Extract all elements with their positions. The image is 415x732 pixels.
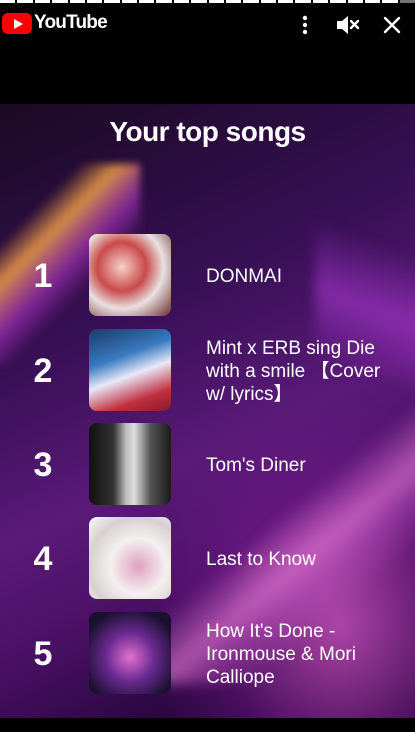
- progress-segment: [260, 0, 276, 3]
- song-thumbnail: [89, 329, 171, 411]
- progress-segment: [364, 0, 381, 3]
- progress-segment: [208, 0, 224, 3]
- progress-segment: [278, 0, 294, 3]
- song-rank: 1: [33, 256, 53, 295]
- progress-segment: [295, 0, 311, 3]
- progress-segment: [330, 0, 346, 3]
- song-rank: 5: [33, 634, 53, 673]
- card-title: Your top songs: [109, 116, 306, 147]
- close-icon: [383, 16, 401, 34]
- progress-segment: [156, 0, 172, 3]
- progress-segment: [399, 0, 415, 3]
- song-title: DONMAI: [206, 265, 282, 287]
- youtube-logo-icon: [2, 12, 32, 34]
- song-rank: 4: [33, 539, 53, 578]
- progress-segment: [225, 0, 242, 3]
- song-row[interactable]: 5 How It's Done - Ironmouse & Mori Calli…: [0, 612, 415, 696]
- muted-speaker-icon: [337, 16, 360, 34]
- youtube-logo[interactable]: YouTube: [2, 12, 108, 34]
- mute-toggle-button[interactable]: [333, 10, 363, 40]
- progress-segment: [312, 0, 329, 3]
- progress-segment: [139, 0, 155, 3]
- progress-segment: [243, 0, 259, 3]
- progress-segment: [104, 0, 120, 3]
- progress-segment: [382, 0, 398, 3]
- song-row[interactable]: 4 Last to Know: [0, 517, 415, 601]
- progress-segment: [86, 0, 103, 3]
- story-progress-bar: [0, 0, 415, 4]
- song-row[interactable]: 2 Mint x ERB sing Die with a smile 【Cove…: [0, 329, 415, 413]
- song-thumbnail: [89, 517, 171, 599]
- progress-segment: [191, 0, 207, 3]
- song-thumbnail: [89, 423, 171, 505]
- more-vertical-icon: [302, 15, 308, 35]
- progress-segment: [17, 0, 33, 3]
- song-row[interactable]: 3 Tom's Diner: [0, 423, 415, 507]
- brand-name: YouTube: [34, 12, 108, 33]
- song-row[interactable]: 1 DONMAI: [0, 234, 415, 318]
- progress-segment: [347, 0, 363, 3]
- progress-segment: [121, 0, 137, 3]
- song-rank: 2: [33, 351, 53, 390]
- progress-segment: [173, 0, 190, 3]
- top-bar: YouTube: [0, 8, 415, 44]
- top-songs-card: Your top songs 1 DONMAI 2 Mint x ERB sin…: [0, 104, 415, 718]
- song-title: Mint x ERB sing Die with a smile 【Cover …: [206, 337, 381, 405]
- song-title: Tom's Diner: [206, 454, 306, 476]
- song-title: Last to Know: [206, 548, 316, 570]
- progress-segment: [69, 0, 85, 3]
- progress-segment: [34, 0, 51, 3]
- song-rank: 3: [33, 445, 53, 484]
- close-button[interactable]: [377, 10, 407, 40]
- song-title: How It's Done - Ironmouse & Mori Calliop…: [206, 620, 356, 688]
- song-thumbnail: [89, 612, 171, 694]
- progress-segment: [52, 0, 68, 3]
- progress-segment: [0, 0, 16, 3]
- more-options-button[interactable]: [290, 10, 320, 40]
- song-thumbnail: [89, 234, 171, 316]
